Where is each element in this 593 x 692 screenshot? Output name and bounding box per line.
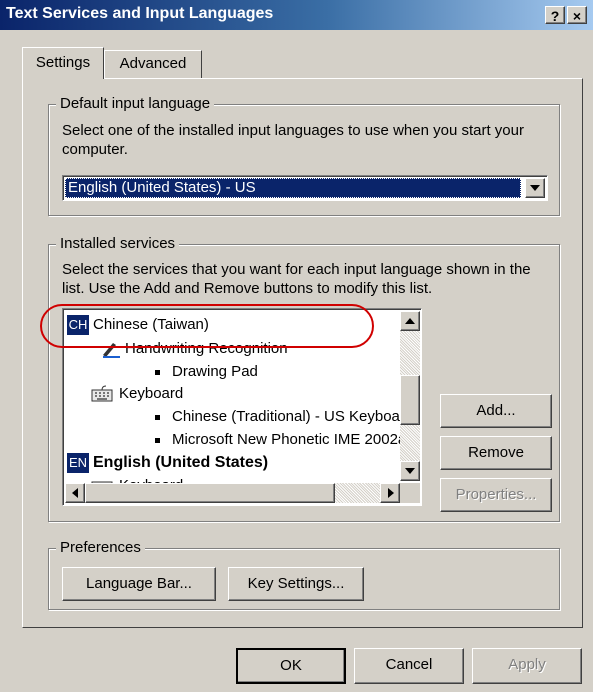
language-badge-icon: EN	[67, 453, 89, 473]
bullet-icon	[155, 414, 160, 420]
scrollbar-corner	[400, 483, 420, 503]
default-language-value: English (United States) - US	[65, 178, 521, 198]
dropdown-button[interactable]	[525, 178, 545, 198]
ok-button[interactable]: OK	[236, 648, 346, 684]
tab-settings-label: Settings	[35, 54, 91, 71]
preferences-legend: Preferences	[56, 539, 145, 556]
tree-item-handwriting-recognition[interactable]: Handwriting Recognition	[101, 340, 288, 359]
default-language-description: Select one of the installed input langua…	[62, 122, 524, 158]
bullet-icon	[155, 437, 160, 443]
pen-icon	[103, 343, 120, 359]
vertical-scroll-thumb[interactable]	[400, 375, 420, 425]
tree-item-drawing-pad[interactable]: Drawing Pad	[155, 363, 258, 380]
add-button[interactable]: Add...	[440, 394, 552, 428]
language-badge-icon: CH	[67, 315, 89, 335]
scroll-up-button[interactable]	[400, 311, 420, 331]
properties-button[interactable]: Properties...	[440, 478, 552, 512]
arrow-right-icon	[388, 488, 394, 498]
close-button[interactable]: ×	[567, 6, 587, 24]
tree-item-phonetic-ime[interactable]: Microsoft New Phonetic IME 2002a	[155, 431, 406, 448]
scroll-right-button[interactable]	[380, 483, 400, 503]
tab-settings[interactable]: Settings	[22, 47, 104, 79]
tab-advanced-label: Advanced	[119, 55, 187, 72]
bullet-icon	[155, 369, 160, 375]
key-settings-button[interactable]: Key Settings...	[228, 567, 364, 601]
tree-item-chinese-taiwan[interactable]: CH Chinese (Taiwan)	[67, 315, 209, 335]
installed-services-description: Select the services that you want for ea…	[62, 261, 531, 297]
scroll-down-button[interactable]	[400, 461, 420, 481]
cancel-button[interactable]: Cancel	[354, 648, 464, 684]
title-bar[interactable]: Text Services and Input Languages ? ×	[0, 0, 593, 30]
horizontal-scroll-thumb[interactable]	[85, 483, 335, 503]
tree-item-keyboard[interactable]: Keyboard	[91, 385, 183, 403]
keyboard-icon	[91, 385, 113, 402]
default-language-select[interactable]: English (United States) - US	[62, 175, 548, 201]
apply-button[interactable]: Apply	[472, 648, 582, 684]
help-button[interactable]: ?	[545, 6, 565, 24]
tree-item-chinese-traditional-keyboard[interactable]: Chinese (Traditional) - US Keyboard	[155, 408, 413, 425]
scroll-left-button[interactable]	[65, 483, 85, 503]
default-language-legend: Default input language	[56, 95, 215, 112]
chevron-down-icon	[530, 185, 540, 191]
remove-button[interactable]: Remove	[440, 436, 552, 470]
language-bar-button[interactable]: Language Bar...	[62, 567, 216, 601]
tab-advanced[interactable]: Advanced	[104, 50, 202, 78]
tree-item-english-us[interactable]: EN English (United States)	[67, 453, 268, 473]
arrow-up-icon	[405, 318, 415, 324]
installed-services-legend: Installed services	[56, 235, 180, 252]
arrow-left-icon	[72, 488, 78, 498]
window-title: Text Services and Input Languages	[6, 5, 274, 22]
horizontal-scrollbar[interactable]	[65, 483, 400, 503]
arrow-down-icon	[405, 468, 415, 474]
installed-services-tree[interactable]: CH Chinese (Taiwan) Handwriting Recogniti…	[62, 308, 422, 506]
vertical-scrollbar[interactable]	[400, 311, 420, 481]
